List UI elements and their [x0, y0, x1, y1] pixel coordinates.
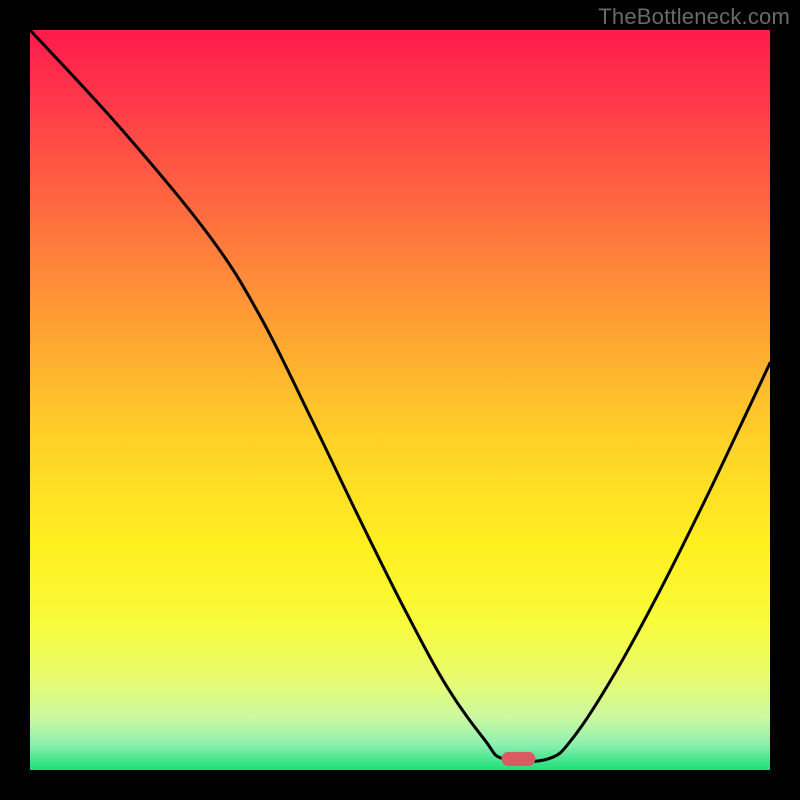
bottleneck-chart	[0, 0, 800, 800]
optimal-marker	[501, 752, 535, 766]
chart-stage: { "watermark": "TheBottleneck.com", "plo…	[0, 0, 800, 800]
